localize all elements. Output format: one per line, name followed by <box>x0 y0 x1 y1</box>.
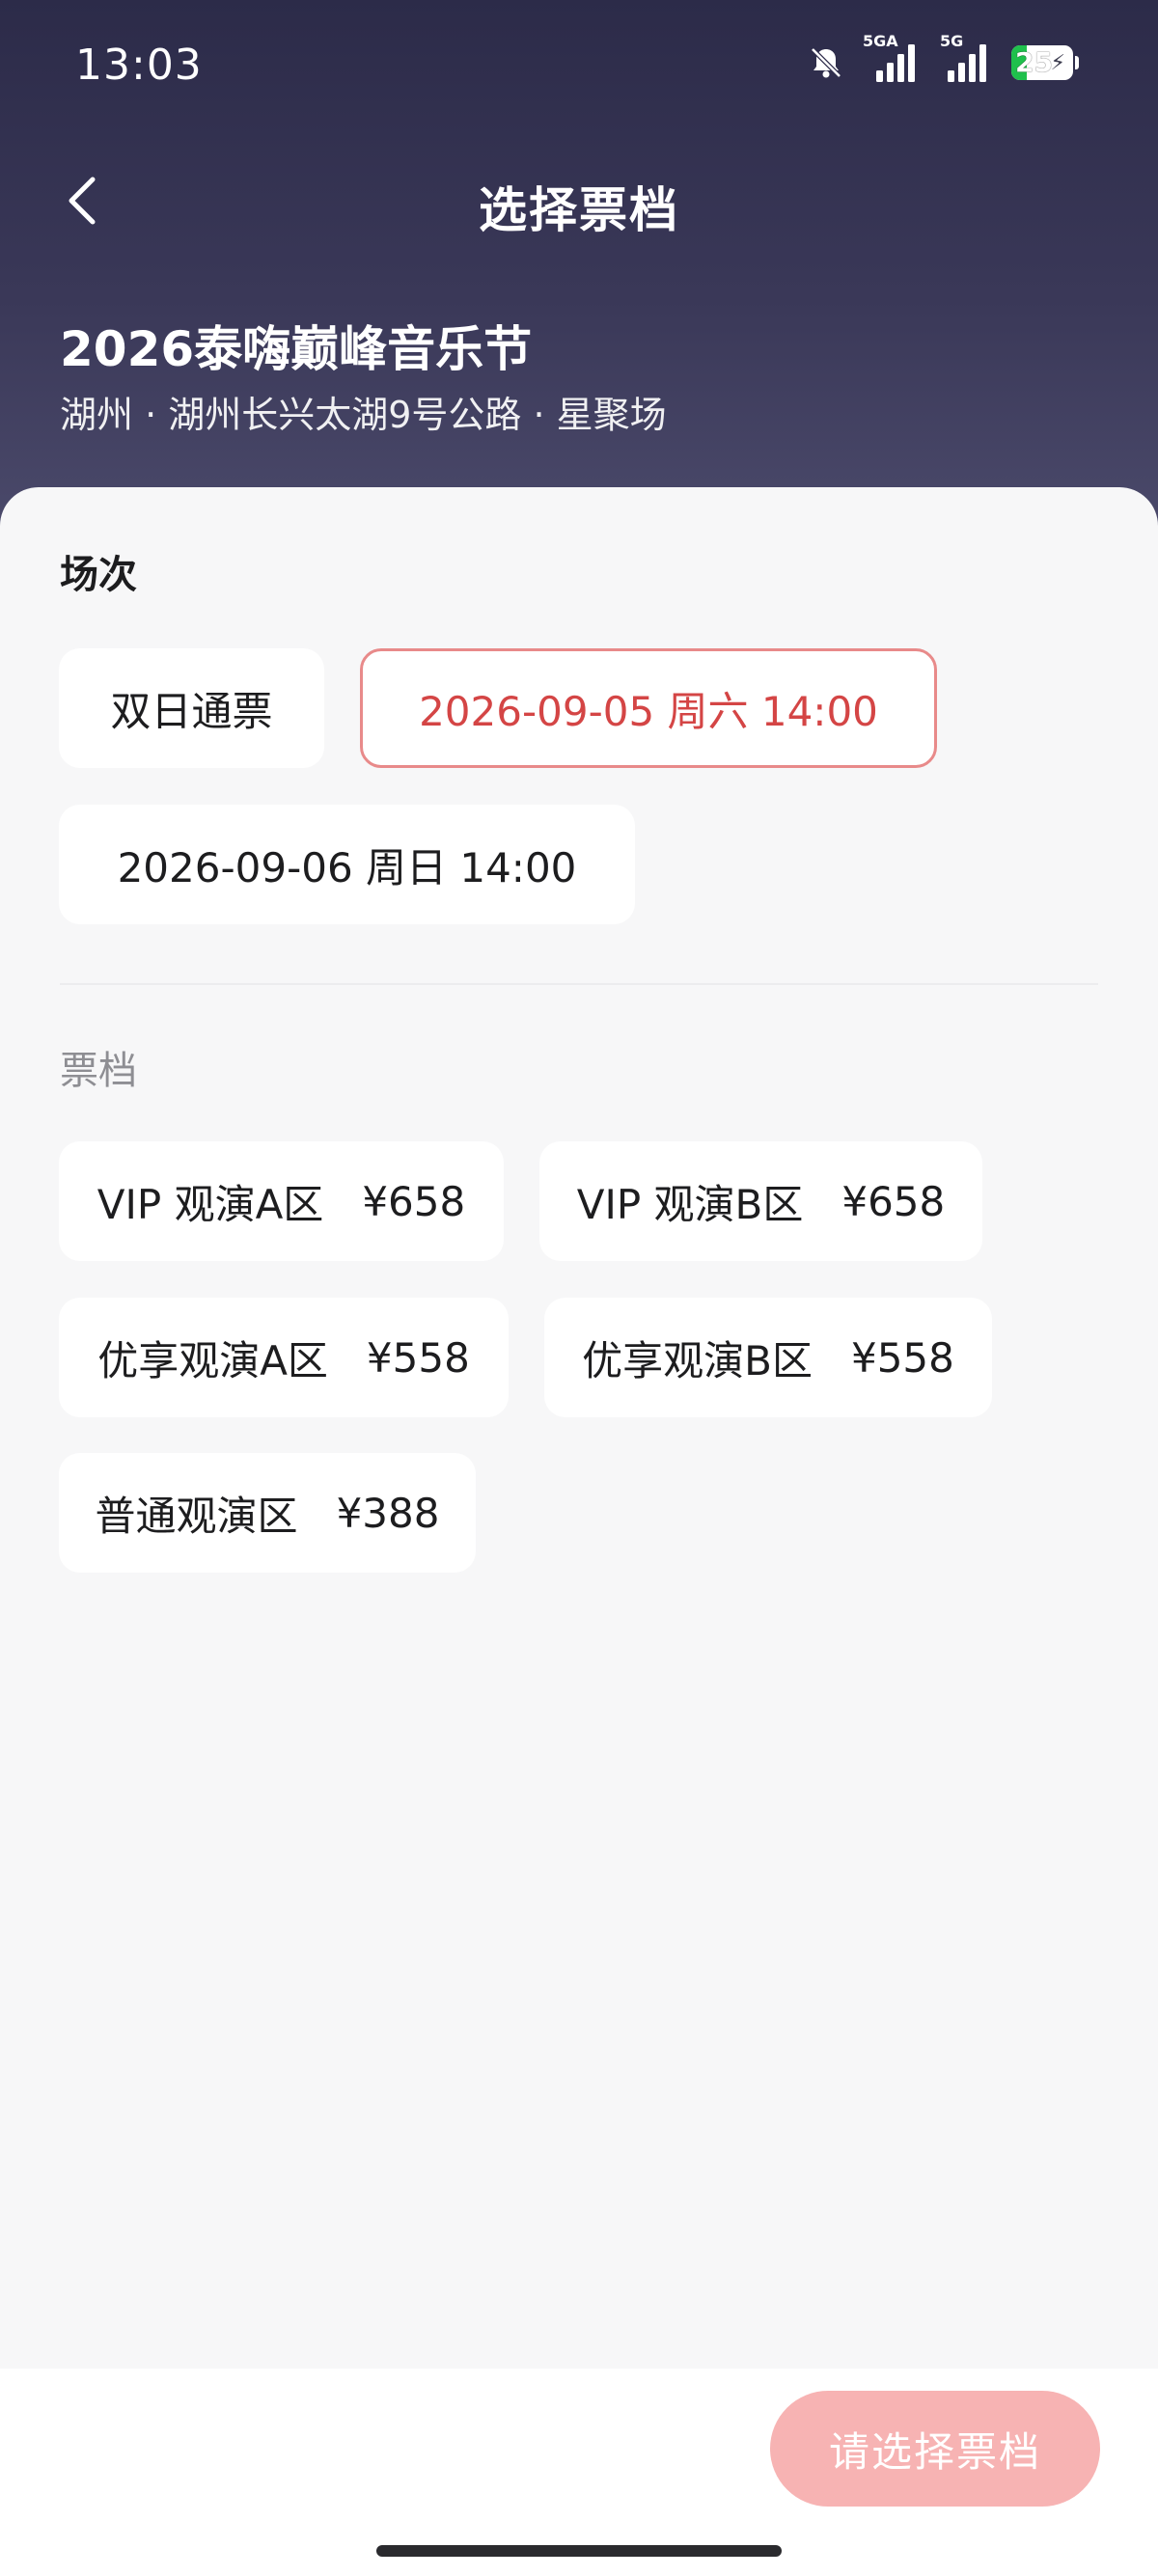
page-title: 选择票档 <box>479 182 679 238</box>
signal-icon: 5G <box>940 32 994 84</box>
divider <box>60 983 1098 985</box>
status-icons: 5GA 5G 25 ⚡ <box>807 32 1079 87</box>
signal-label: 5G <box>940 32 964 50</box>
tier-chip[interactable]: VIP 观演A区 ¥658 <box>59 1141 504 1261</box>
battery-level: 25 <box>1015 46 1053 78</box>
nav-bar: 选择票档 <box>0 154 1158 251</box>
signal-label: 5GA <box>863 32 898 50</box>
battery-icon: 25 ⚡ <box>1011 44 1079 81</box>
session-chip[interactable]: 2026-09-06 周日 14:00 <box>59 805 635 924</box>
tier-section-label: 票档 <box>60 1049 137 1093</box>
tier-price: ¥558 <box>850 1333 954 1382</box>
bell-muted-icon <box>807 43 845 82</box>
tier-name: 优享观演A区 <box>97 1336 328 1384</box>
event-info: 2026泰嗨巅峰音乐节 湖州 · 湖州长兴太湖9号公路 · 星聚场 <box>60 318 667 438</box>
tier-name: VIP 观演B区 <box>576 1180 804 1228</box>
session-chip[interactable]: 双日通票 <box>59 648 324 768</box>
tier-name: 普通观演区 <box>95 1492 298 1540</box>
tier-price: ¥658 <box>362 1177 466 1225</box>
content-card <box>0 487 1158 2369</box>
session-chip-label: 2026-09-05 周六 14:00 <box>419 687 878 735</box>
battery-body: 25 ⚡ <box>1011 45 1073 80</box>
session-chip-label: 双日通票 <box>110 687 273 735</box>
session-section-label: 场次 <box>60 553 137 597</box>
home-indicator <box>376 2545 782 2557</box>
status-bar: 13:03 5GA 5G 25 ⚡ <box>0 0 1158 135</box>
tier-price: ¥388 <box>336 1489 440 1537</box>
tier-chip[interactable]: VIP 观演B区 ¥658 <box>539 1141 982 1261</box>
tier-name: 优享观演B区 <box>582 1336 813 1384</box>
charging-bolt-icon: ⚡ <box>1050 51 1065 75</box>
tier-name: VIP 观演A区 <box>96 1180 324 1228</box>
signal-icon: 5GA <box>863 32 923 84</box>
session-chip-selected[interactable]: 2026-09-05 周六 14:00 <box>360 648 937 768</box>
tier-price: ¥658 <box>841 1177 946 1225</box>
tier-chip[interactable]: 普通观演区 ¥388 <box>59 1453 476 1573</box>
battery-tip <box>1075 56 1079 69</box>
tier-chip[interactable]: 优享观演B区 ¥558 <box>544 1298 992 1417</box>
confirm-button[interactable]: 请选择票档 <box>770 2391 1100 2507</box>
tier-price: ¥558 <box>366 1333 470 1382</box>
event-title: 2026泰嗨巅峰音乐节 <box>60 321 533 377</box>
event-venue: 湖州 · 湖州长兴太湖9号公路 · 星聚场 <box>60 394 667 436</box>
tier-chip[interactable]: 优享观演A区 ¥558 <box>59 1298 509 1417</box>
session-chip-label: 2026-09-06 周日 14:00 <box>117 843 577 891</box>
status-time: 13:03 <box>75 41 203 90</box>
